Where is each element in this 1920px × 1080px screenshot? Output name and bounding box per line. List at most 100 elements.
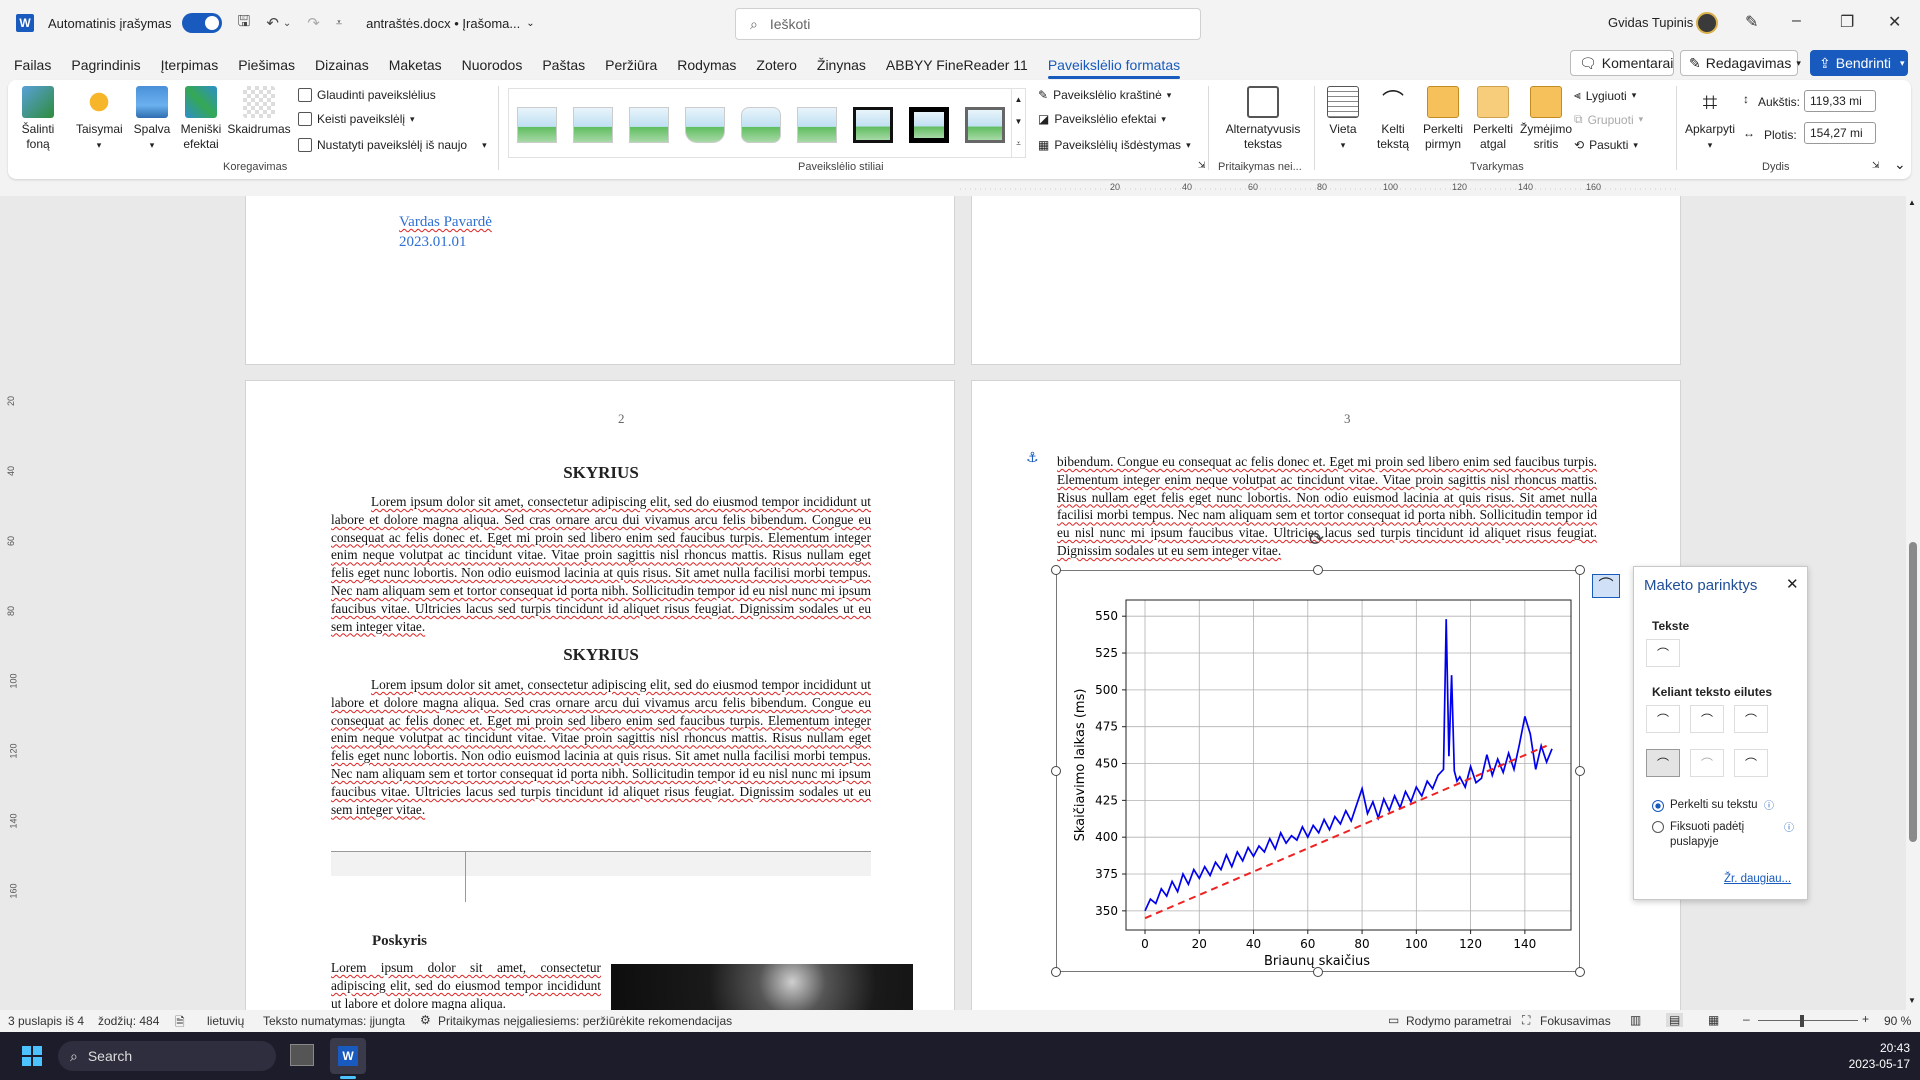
resize-handle-nw[interactable] bbox=[1051, 565, 1061, 575]
anchor-icon[interactable]: ⚓ bbox=[1026, 449, 1039, 466]
print-layout-icon[interactable]: ▤ bbox=[1666, 1013, 1684, 1027]
wrap-tight-icon[interactable]: ⌒ bbox=[1690, 705, 1724, 733]
resize-handle-w[interactable] bbox=[1051, 766, 1061, 776]
windows-start-icon[interactable] bbox=[22, 1046, 42, 1066]
resize-handle-n[interactable] bbox=[1313, 565, 1323, 575]
style-thumb-4[interactable] bbox=[685, 107, 725, 143]
scroll-down-icon[interactable]: ▼ bbox=[1908, 996, 1916, 1005]
tab-zinynas[interactable]: Žinynas bbox=[807, 57, 876, 73]
wrap-behind-text-icon[interactable]: ⌒ bbox=[1690, 749, 1724, 777]
tab-pastas[interactable]: Paštas bbox=[532, 57, 595, 73]
zoom-in-icon[interactable]: + bbox=[1862, 1012, 1869, 1026]
move-with-text-radio[interactable] bbox=[1652, 800, 1664, 812]
wrap-inline-icon[interactable]: ⌒ bbox=[1646, 639, 1680, 667]
text-prediction[interactable]: Teksto numatymas: įjungta bbox=[263, 1014, 405, 1028]
user-name[interactable]: Gvidas Tupinis bbox=[1608, 15, 1693, 30]
word-count[interactable]: žodžių: 484 bbox=[98, 1014, 159, 1028]
clock[interactable]: 20:43 2023-05-17 bbox=[1820, 1040, 1910, 1072]
reset-picture-button[interactable]: Nustatyti paveikslėlį iš naujo ▾ bbox=[298, 138, 487, 152]
compress-pictures-button[interactable]: Glaudinti paveikslėlius bbox=[298, 88, 436, 102]
info-icon[interactable]: ⓘ bbox=[1764, 797, 1774, 812]
style-thumb-9[interactable] bbox=[965, 107, 1005, 143]
tab-rodymas[interactable]: Rodymas bbox=[667, 57, 746, 73]
tab-picture-format[interactable]: Paveikslėlio formatas bbox=[1038, 57, 1190, 79]
redo-icon[interactable]: ↷ bbox=[307, 14, 320, 32]
close-icon[interactable]: ✕ bbox=[1888, 12, 1901, 32]
dialog-launcher-icon[interactable]: ⇲ bbox=[1198, 160, 1206, 171]
wrap-text-button[interactable]: ⌒ Kelti tekstą bbox=[1368, 86, 1418, 152]
rotate-button[interactable]: ⟲ Pasukti ▾ bbox=[1574, 138, 1638, 152]
layout-options-button[interactable]: ⌒ bbox=[1592, 574, 1620, 598]
picture-border-button[interactable]: ✎ Paveikslėlio kraštinė ▾ bbox=[1038, 88, 1171, 102]
read-mode-icon[interactable]: ▥ bbox=[1630, 1013, 1641, 1027]
resize-handle-s[interactable] bbox=[1313, 967, 1323, 977]
resize-handle-e[interactable] bbox=[1575, 766, 1585, 776]
remove-background-button[interactable]: Šalinti foną bbox=[18, 86, 58, 152]
transparency-button[interactable]: Skaidrumas bbox=[226, 86, 292, 137]
layout-options-pane[interactable]: Maketo parinktys ✕ Tekste ⌒ Keliant teks… bbox=[1633, 566, 1808, 900]
share-button[interactable]: ⇪ Bendrinti ▾ bbox=[1810, 50, 1908, 76]
focus-mode[interactable]: Fokusavimas bbox=[1540, 1014, 1611, 1028]
info-icon[interactable]: ⓘ bbox=[1784, 819, 1794, 834]
see-more-link[interactable]: Žr. daugiau... bbox=[1724, 873, 1791, 885]
tab-perziura[interactable]: Peržiūra bbox=[595, 57, 667, 73]
tab-pagrindinis[interactable]: Pagrindinis bbox=[61, 57, 150, 73]
undo-dropdown-icon[interactable]: ⌄ bbox=[283, 18, 291, 29]
resize-handle-ne[interactable] bbox=[1575, 565, 1585, 575]
taskbar-search[interactable]: ⌕ Search bbox=[58, 1041, 276, 1071]
style-thumb-2[interactable] bbox=[573, 107, 613, 143]
picture-layout-button[interactable]: ▦ Paveikslėlių išdėstymas ▾ bbox=[1038, 138, 1191, 152]
comments-button[interactable]: 🗨 Komentarai bbox=[1570, 50, 1674, 76]
zoom-level[interactable]: 90 % bbox=[1884, 1014, 1911, 1028]
height-input[interactable]: 119,33 mi bbox=[1804, 90, 1876, 112]
table-header-row[interactable] bbox=[331, 852, 871, 876]
style-thumb-3[interactable] bbox=[629, 107, 669, 143]
zoom-slider[interactable] bbox=[1758, 1020, 1858, 1021]
inline-photo[interactable] bbox=[611, 964, 913, 1010]
send-backward-button[interactable]: Perkelti atgal bbox=[1468, 86, 1518, 152]
avatar[interactable] bbox=[1696, 12, 1718, 34]
undo-icon[interactable]: ↶ bbox=[266, 14, 279, 32]
tab-piesimas[interactable]: Piešimas bbox=[228, 57, 305, 73]
accessibility-status[interactable]: Pritaikymas neįgaliesiems: peržiūrėkite … bbox=[438, 1014, 732, 1028]
vertical-ruler[interactable]: 20 40 60 80 100 120 140 160 bbox=[6, 396, 19, 996]
doc-name-chevron-icon[interactable]: ⌄ bbox=[526, 18, 534, 29]
close-icon[interactable]: ✕ bbox=[1786, 575, 1799, 593]
alt-text-button[interactable]: Alternatyvusis tekstas bbox=[1218, 86, 1308, 152]
document-canvas[interactable]: 20 40 60 80 100 120 140 160 Vardas Pavar… bbox=[0, 196, 1920, 1010]
artistic-effects-button[interactable]: Meniški efektai bbox=[176, 86, 226, 152]
style-thumb-1[interactable] bbox=[517, 107, 557, 143]
crop-button[interactable]: ⌗ Apkarpyti ▾ bbox=[1682, 86, 1738, 153]
size-dialog-launcher-icon[interactable]: ⇲ bbox=[1872, 160, 1880, 171]
change-picture-button[interactable]: Keisti paveikslėlį ▾ bbox=[298, 112, 415, 126]
wrap-top-bottom-icon[interactable]: ⌒ bbox=[1646, 749, 1680, 777]
tab-zotero[interactable]: Zotero bbox=[746, 57, 806, 73]
zoom-out-icon[interactable]: – bbox=[1743, 1012, 1750, 1026]
vertical-scrollbar[interactable]: ▲ ▼ bbox=[1906, 196, 1920, 1010]
customize-toolbar-icon[interactable]: ⩡ bbox=[336, 17, 342, 30]
style-thumb-7[interactable] bbox=[853, 107, 893, 143]
color-button[interactable]: Spalva ▾ bbox=[132, 86, 172, 153]
wrap-square-icon[interactable]: ⌒ bbox=[1646, 705, 1680, 733]
wrap-in-front-icon[interactable]: ⌒ bbox=[1734, 749, 1768, 777]
picture-effects-button[interactable]: ◪ Paveikslėlio efektai ▾ bbox=[1038, 112, 1166, 126]
editing-button[interactable]: ✎ Redagavimas ▾ bbox=[1680, 50, 1801, 76]
save-icon[interactable]: 🖫 bbox=[238, 11, 251, 36]
wrap-through-icon[interactable]: ⌒ bbox=[1734, 705, 1768, 733]
tab-iterpimas[interactable]: Įterpimas bbox=[151, 57, 229, 73]
search-box[interactable]: ⌕ Ieškoti bbox=[735, 8, 1201, 40]
scrollbar-thumb[interactable] bbox=[1909, 542, 1917, 842]
position-button[interactable]: Vieta ▾ bbox=[1318, 86, 1368, 153]
page-2[interactable]: 2 SKYRIUS Lorem ipsum dolor sit amet, co… bbox=[245, 380, 955, 1010]
autosave-toggle[interactable] bbox=[181, 13, 222, 33]
table[interactable] bbox=[331, 851, 871, 902]
style-thumb-8[interactable] bbox=[909, 107, 949, 143]
tab-nuorodos[interactable]: Nuorodos bbox=[452, 57, 533, 73]
proofing-icon[interactable]: 🗎 bbox=[175, 1013, 185, 1034]
align-button[interactable]: ⫷ Lygiuoti ▾ bbox=[1574, 88, 1636, 103]
selected-chart-picture[interactable]: 0 20 40 60 80 100 120 140 350 375 400 425 450 475 500 5… bbox=[1051, 529, 1585, 977]
document-name[interactable]: antraštės.docx • Įrašoma... bbox=[366, 16, 520, 31]
resize-handle-sw[interactable] bbox=[1051, 967, 1061, 977]
tab-dizainas[interactable]: Dizainas bbox=[305, 57, 379, 73]
corrections-button[interactable]: Taisymai ▾ bbox=[76, 86, 123, 153]
